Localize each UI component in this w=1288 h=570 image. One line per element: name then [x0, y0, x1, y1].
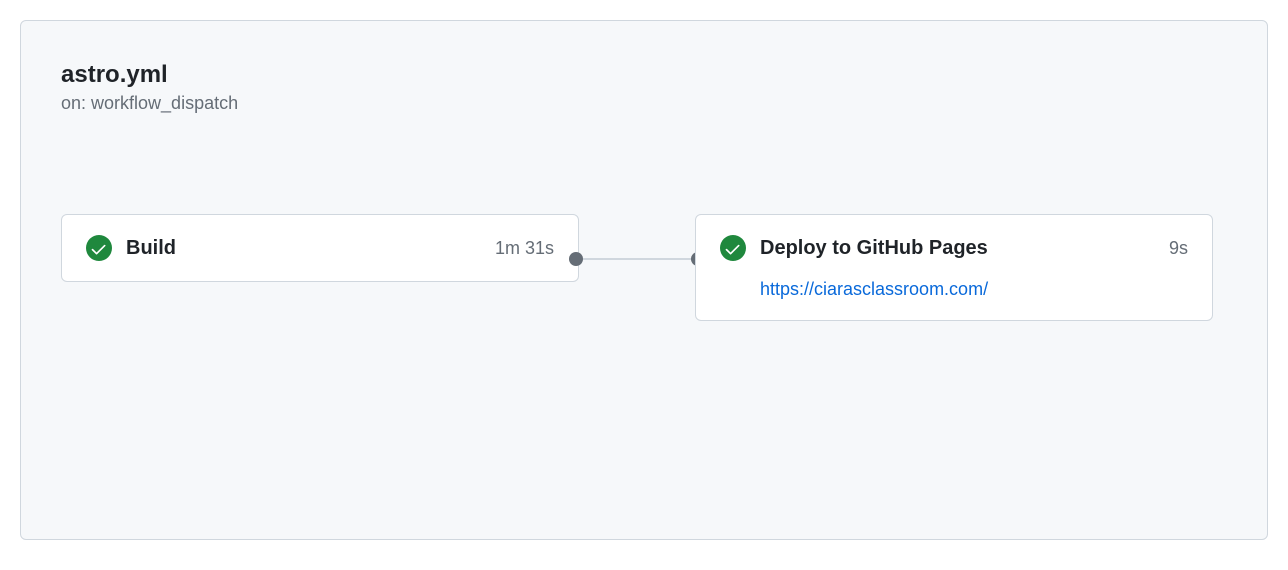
job-duration: 1m 31s — [495, 238, 554, 259]
connector-dot-icon — [569, 252, 583, 266]
job-card-row: Deploy to GitHub Pages 9s — [720, 235, 1188, 261]
workflow-header: astro.yml on: workflow_dispatch — [61, 61, 1227, 114]
deployment-url-link[interactable]: https://ciarasclassroom.com/ — [760, 279, 1188, 300]
workflow-panel: astro.yml on: workflow_dispatch Build 1m… — [20, 20, 1268, 540]
workflow-title: astro.yml — [61, 61, 1227, 89]
job-card-build[interactable]: Build 1m 31s — [61, 214, 579, 282]
job-card-row: Build 1m 31s — [86, 235, 554, 261]
job-name: Build — [126, 237, 481, 260]
check-circle-icon — [86, 235, 112, 261]
job-duration: 9s — [1169, 238, 1188, 259]
job-connector — [579, 214, 695, 302]
job-name: Deploy to GitHub Pages — [760, 237, 1155, 260]
connector-line — [569, 258, 705, 260]
workflow-trigger: on: workflow_dispatch — [61, 93, 1227, 114]
workflow-trigger-value: workflow_dispatch — [91, 93, 238, 113]
workflow-trigger-prefix: on: — [61, 93, 91, 113]
jobs-graph: Build 1m 31s Deploy to GitHub Pages 9s h… — [61, 214, 1227, 321]
job-card-deploy[interactable]: Deploy to GitHub Pages 9s https://ciaras… — [695, 214, 1213, 321]
check-circle-icon — [720, 235, 746, 261]
